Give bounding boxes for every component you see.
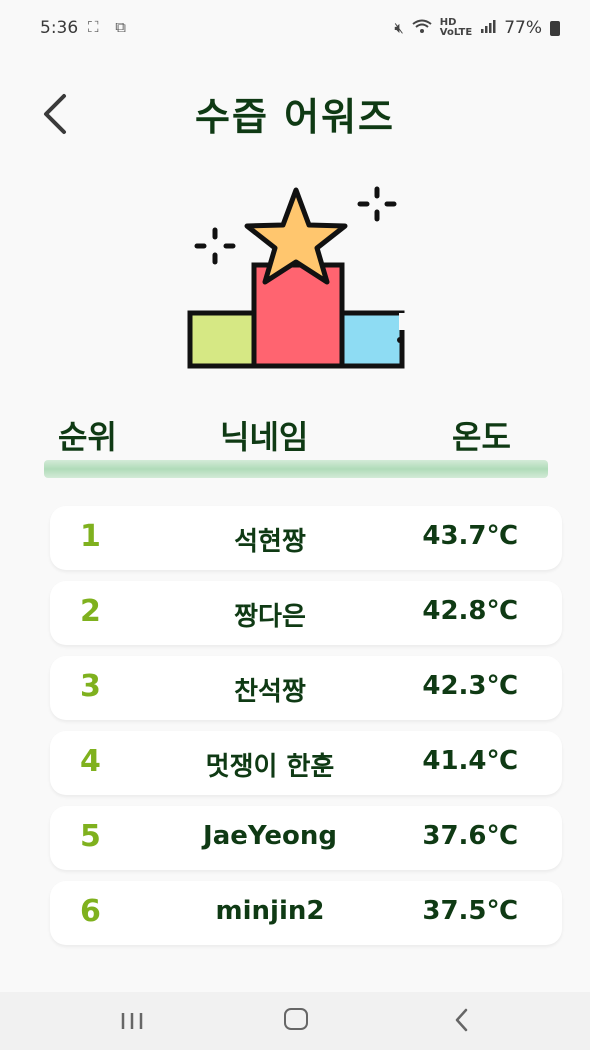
rank-number: 6 (80, 894, 101, 929)
header-divider (44, 460, 548, 478)
ranking-row[interactable]: 2 짱다은 42.8℃ (50, 581, 562, 645)
table-header: 순위 닉네임 온도 (0, 412, 590, 458)
rank-nickname: 짱다은 (234, 602, 306, 632)
rank-nickname: minjin2 (215, 896, 325, 926)
header-temperature: 온도 (452, 418, 511, 456)
status-right: 🔇︎ HD VoLTE 77% (394, 18, 560, 38)
ranking-row[interactable]: 1 석현짱 43.7℃ (50, 506, 562, 570)
rank-number: 4 (80, 744, 101, 779)
battery-icon (550, 20, 560, 36)
recents-icon[interactable] (120, 1012, 144, 1030)
rank-nickname: 석현짱 (234, 527, 306, 557)
status-time: 5:36 (40, 18, 79, 38)
rank-temperature: 37.5℃ (422, 896, 518, 926)
podium-trophy-icon (180, 180, 415, 375)
rank-temperature: 42.3℃ (422, 671, 518, 701)
status-bar: 5:36 ⛶ ⧉ 🔇︎ HD VoLTE 77% (0, 0, 590, 58)
rank-temperature: 42.8℃ (422, 596, 518, 626)
page-title: 수즙 어워즈 (194, 95, 396, 139)
ranking-row[interactable]: 4 멋쟁이 한훈 41.4℃ (50, 731, 562, 795)
signal-icon (480, 19, 496, 37)
status-left-icons: ⛶ ⧉ (88, 18, 132, 36)
rank-number: 1 (80, 519, 101, 554)
rank-number: 3 (80, 669, 101, 704)
wifi-icon (412, 19, 432, 38)
battery-percent: 77% (504, 18, 542, 38)
screen-capture-icon: ⧉ (115, 18, 133, 36)
rank-temperature: 41.4℃ (422, 746, 518, 776)
screenshot-icon: ⛶ (88, 18, 105, 36)
system-nav-bar (0, 992, 590, 1050)
rank-temperature: 43.7℃ (422, 521, 518, 551)
nav-back-icon[interactable] (452, 1006, 472, 1034)
rank-number: 5 (80, 819, 101, 854)
home-icon[interactable] (284, 1008, 308, 1030)
rank-nickname: 찬석짱 (234, 677, 306, 707)
header-nickname: 닉네임 (220, 418, 309, 456)
mute-icon: 🔇︎ (394, 19, 404, 37)
ranking-list: 1 석현짱 43.7℃ 2 짱다은 42.8℃ 3 찬석짱 42.3℃ 4 멋쟁… (50, 506, 562, 956)
rank-nickname: 멋쟁이 한훈 (205, 752, 335, 782)
rank-number: 2 (80, 594, 101, 629)
ranking-row[interactable]: 6 minjin2 37.5℃ (50, 881, 562, 945)
rank-nickname: JaeYeong (203, 821, 337, 851)
ranking-row[interactable]: 5 JaeYeong 37.6℃ (50, 806, 562, 870)
ranking-row[interactable]: 3 찬석짱 42.3℃ (50, 656, 562, 720)
header-rank: 순위 (58, 418, 117, 456)
hd-voice-icon: HD VoLTE (439, 17, 473, 38)
rank-temperature: 37.6℃ (422, 821, 518, 851)
